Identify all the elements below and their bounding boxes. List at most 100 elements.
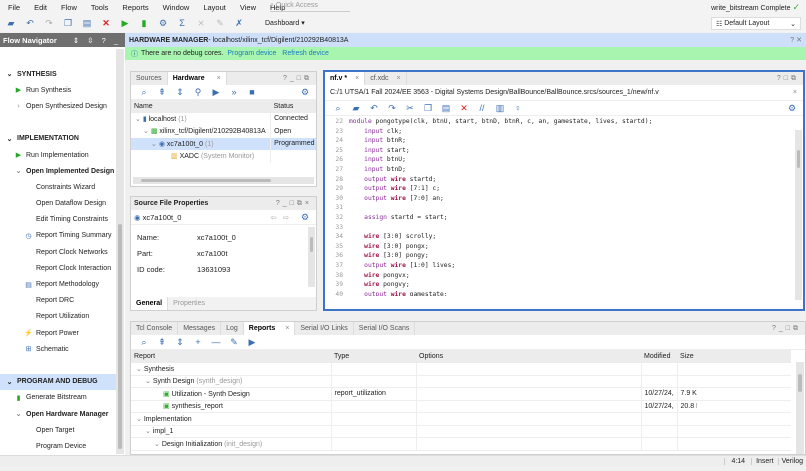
pencil-icon[interactable]: ✎ — [212, 16, 228, 30]
vertical-scrollbar[interactable] — [308, 227, 315, 287]
nav-item[interactable]: ⌄Open Implemented Design — [0, 163, 116, 179]
gear-icon[interactable]: ⚙ — [297, 210, 313, 224]
close-icon[interactable]: × — [397, 75, 401, 82]
menu-layout[interactable]: Layout — [203, 3, 226, 12]
tab-cf-xdc[interactable]: cf.xdc× — [365, 72, 406, 85]
cut-icon[interactable]: ✂ — [402, 101, 418, 115]
tab-messages[interactable]: Messages — [178, 322, 221, 335]
nav-item[interactable]: ▤Report Methodology — [0, 276, 116, 292]
sigma-icon[interactable]: Σ — [174, 16, 190, 30]
tab-serial-i-o-scans[interactable]: Serial I/O Scans — [354, 322, 416, 335]
panel-controls[interactable]: ?_□⧉ — [283, 75, 316, 83]
nav-item[interactable]: Report Clock Networks — [0, 244, 116, 260]
vertical-scrollbar[interactable] — [795, 130, 802, 300]
nav-item[interactable]: ⊞Schematic — [0, 341, 116, 357]
tools-icon[interactable]: ✗ — [231, 16, 247, 30]
search-icon[interactable]: ⌕ — [136, 335, 152, 349]
paste-icon[interactable]: ▤ — [79, 16, 95, 30]
nav-item[interactable]: ›Open Synthesized Design — [0, 98, 116, 114]
tab-tcl-console[interactable]: Tcl Console — [131, 322, 178, 335]
nav-item[interactable]: ⌄IMPLEMENTATION — [0, 131, 116, 147]
panel-controls[interactable]: ⇕ ⇳ ? _ — [73, 36, 121, 45]
delete-icon[interactable]: ✕ — [98, 16, 114, 30]
run-immediate-icon[interactable]: » — [226, 85, 242, 99]
layout-select[interactable]: ☷ Default Layout⌄ — [711, 17, 801, 30]
back-forward-icons[interactable]: ⇦⇨ — [270, 213, 295, 222]
report-row[interactable]: ⌄ Implementation — [131, 413, 791, 426]
copy-icon[interactable]: ❐ — [60, 16, 76, 30]
settings-icon[interactable]: ⚙ — [155, 16, 171, 30]
undo-icon[interactable]: ↶ — [366, 101, 382, 115]
redo-icon[interactable]: ↷ — [41, 16, 57, 30]
nav-item[interactable]: Constraints Wizard — [0, 179, 116, 195]
debug-icon[interactable]: ⨯ — [193, 16, 209, 30]
report-row[interactable]: ⌄ Design Initialization (init_design) — [131, 438, 791, 451]
tab-serial-i-o-links[interactable]: Serial I/O Links — [295, 322, 353, 335]
vertical-scrollbar[interactable] — [796, 362, 804, 454]
close-icon[interactable]: × — [285, 325, 289, 332]
tree-row[interactable]: ⌄ ◉ xc7a100t_0 (1)Programmed — [131, 138, 316, 151]
program-device-link[interactable]: Program device — [227, 50, 276, 57]
lightbulb-icon[interactable]: ♀ — [510, 101, 526, 115]
report-row[interactable]: ⌄ impl_1 — [131, 425, 791, 438]
nav-item[interactable]: Edit Timing Constraints — [0, 212, 116, 228]
code-area[interactable]: 22module pongotype(clk, btnU, start, btn… — [325, 116, 803, 296]
tree-row[interactable]: ⌄ ▮ localhost (1)Connected — [131, 113, 316, 126]
close-icon[interactable]: × — [793, 89, 797, 96]
nav-item[interactable]: Open Target — [0, 422, 116, 438]
panel-controls[interactable]: ?□⧉ — [777, 75, 803, 83]
block-icon[interactable]: ▥ — [492, 101, 508, 115]
delete-icon[interactable]: ✕ — [456, 101, 472, 115]
tab-reports[interactable]: Reports× — [244, 322, 296, 335]
menu-flow[interactable]: Flow — [61, 3, 77, 12]
run-icon[interactable]: ▶ — [117, 16, 133, 30]
menu-reports[interactable]: Reports — [122, 3, 148, 12]
run-icon[interactable]: ▶ — [244, 335, 260, 349]
stop-icon[interactable]: ■ — [244, 85, 260, 99]
close-icon[interactable]: × — [217, 75, 221, 82]
search-icon[interactable]: ⌕ — [330, 101, 346, 115]
nav-item[interactable]: Open Dataflow Design — [0, 196, 116, 212]
quick-access-input[interactable]: ⌕ Quick Access — [270, 2, 350, 12]
undo-icon[interactable]: ↶ — [22, 16, 38, 30]
report-row[interactable]: ⌄ Synth Design (synth_design) — [131, 375, 791, 388]
close-icon[interactable]: × — [355, 75, 359, 82]
panel-controls[interactable]: ?_□⧉× — [276, 200, 316, 208]
panel-controls[interactable]: ?_□⧉ — [772, 325, 805, 333]
horizontal-scrollbar[interactable] — [133, 177, 314, 184]
nav-item[interactable]: ▶Run Synthesis — [0, 82, 116, 98]
remove-icon[interactable]: — — [208, 335, 224, 349]
nav-item[interactable]: ⚡Report Power — [0, 325, 116, 341]
add-icon[interactable]: + — [190, 335, 206, 349]
nav-item[interactable]: ◷Report Timing Summary — [0, 228, 116, 244]
report-row[interactable]: ⌄ Synthesis — [131, 363, 791, 376]
collapse-all-icon[interactable]: ⇞ — [154, 85, 170, 99]
tab-sources[interactable]: Sources — [131, 72, 168, 85]
nav-item[interactable]: ▶Run Implementation — [0, 147, 116, 163]
nav-item[interactable]: Report Clock Interaction — [0, 260, 116, 276]
auto-connect-icon[interactable]: ⚲ — [190, 85, 206, 99]
copy-icon[interactable]: ❐ — [420, 101, 436, 115]
tab-log[interactable]: Log — [221, 322, 244, 335]
gear-icon[interactable]: ⚙ — [297, 85, 313, 99]
refresh-device-link[interactable]: Refresh device — [282, 50, 329, 57]
menu-tools[interactable]: Tools — [91, 3, 109, 12]
tab-hardware[interactable]: Hardware× — [168, 72, 227, 85]
menu-edit[interactable]: Edit — [34, 3, 47, 12]
expand-all-icon[interactable]: ⇕ — [172, 85, 188, 99]
scrollbar[interactable] — [116, 49, 124, 454]
tab-general[interactable]: General — [131, 297, 168, 310]
nav-item[interactable]: Program Device — [0, 438, 116, 454]
collapse-all-icon[interactable]: ⇞ — [154, 335, 170, 349]
nav-item[interactable]: ⌄Open Hardware Manager — [0, 406, 116, 422]
menu-window[interactable]: Window — [163, 3, 190, 12]
bitstream-icon[interactable]: ▮ — [136, 16, 152, 30]
save-icon[interactable]: ▰ — [348, 101, 364, 115]
redo-icon[interactable]: ↷ — [384, 101, 400, 115]
report-row[interactable]: ▣ synthesis_report10/27/24, 20.8 KB — [131, 400, 791, 413]
tab-nf-v[interactable]: nf.v *× — [325, 72, 365, 85]
comment-icon[interactable]: // — [474, 101, 490, 115]
nav-item[interactable]: ▮Generate Bitstream — [0, 390, 116, 406]
nav-item[interactable]: Report Utilization — [0, 309, 116, 325]
search-icon[interactable]: ⌕ — [136, 85, 152, 99]
